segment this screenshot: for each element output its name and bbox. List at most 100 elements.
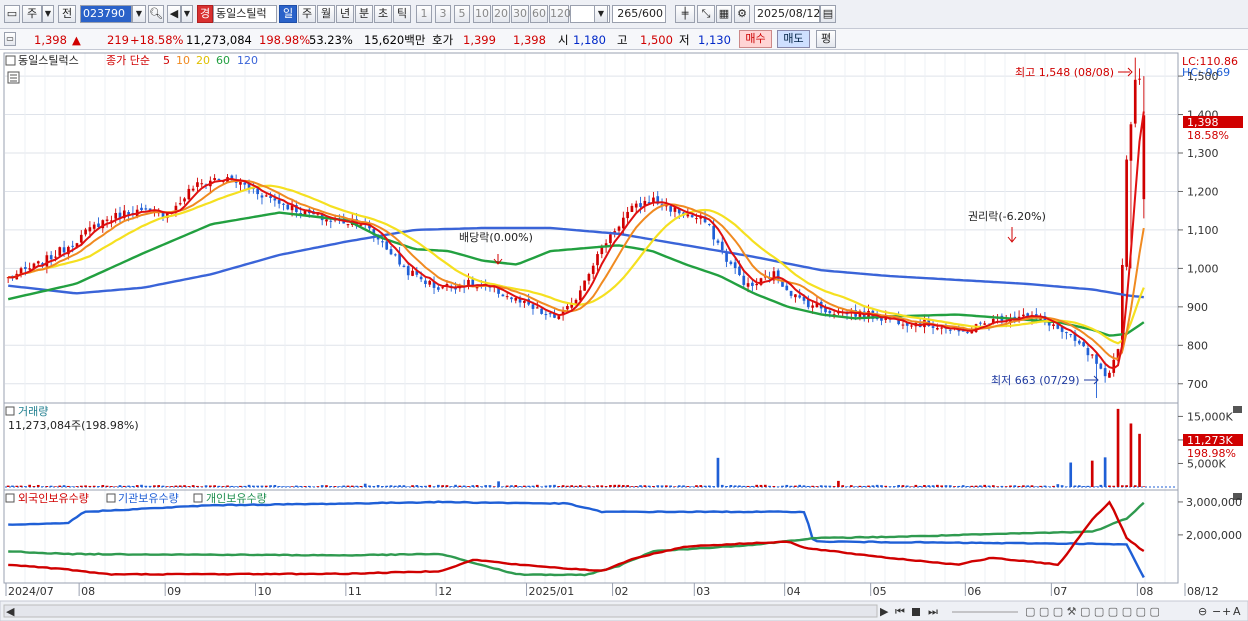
speaker-icon[interactable]: ◀ (167, 5, 181, 23)
volume-bar (54, 486, 57, 487)
close-icon[interactable] (1233, 406, 1242, 413)
chevron-down-icon[interactable]: ▼ (132, 5, 146, 23)
volume-bar (49, 485, 53, 487)
volume-bar (923, 485, 926, 487)
sell-button[interactable]: 매도 (777, 30, 810, 48)
volume-bar (183, 485, 186, 487)
volume-bar (333, 486, 337, 487)
volume-bar (411, 485, 414, 487)
candle-body (385, 241, 389, 250)
scrollbar-track[interactable] (3, 604, 878, 618)
chevron-down-icon[interactable]: ▼ (594, 5, 608, 23)
volume-bar (41, 486, 44, 487)
candle-body (1129, 124, 1133, 161)
volume-bar (686, 486, 690, 487)
tab-interval-10[interactable]: 10 (473, 5, 491, 23)
font-size-icon[interactable]: A (1233, 605, 1241, 618)
chevron-down-icon[interactable]: ▼ (181, 5, 193, 23)
tab-period-4[interactable]: 분 (355, 5, 373, 23)
volume-current: 11,273,084주(198.98%) (8, 419, 139, 432)
tab-interval-60[interactable]: 60 (530, 5, 548, 23)
stock-code-input[interactable]: 023790 (80, 5, 132, 23)
gear-icon[interactable]: ⚙ (734, 5, 750, 23)
tab-period-1[interactable]: 주 (298, 5, 316, 23)
calendar-icon[interactable]: ▤ (820, 5, 836, 23)
x-tick-label: 06 (967, 585, 981, 598)
tab-period-6[interactable]: 틱 (393, 5, 411, 23)
expand-icon[interactable]: ▭ (4, 32, 16, 46)
tab-interval-30[interactable]: 30 (511, 5, 529, 23)
volume-bar (1129, 423, 1133, 487)
x-tick-label: 11 (348, 585, 362, 598)
volume-bar (406, 486, 410, 487)
tab-interval-20[interactable]: 20 (492, 5, 510, 23)
volume-bar (699, 485, 703, 487)
prev-button[interactable]: 전 (58, 5, 76, 23)
candle-body (36, 261, 40, 264)
volume-bar (514, 485, 518, 487)
line-tool-icon[interactable]: ⤡ (697, 5, 715, 23)
candle-type-icon[interactable]: ╪ (675, 5, 695, 23)
up-arrow-icon: ▲ (72, 33, 81, 47)
candle-body (910, 325, 913, 327)
tab-period-0[interactable]: 일 (279, 5, 297, 23)
volume-bar (273, 484, 277, 487)
volume-bar (368, 485, 371, 487)
tab-interval-120[interactable]: 120 (549, 5, 571, 23)
date-value: 2025/08/12 (757, 7, 821, 20)
scroll-left-icon[interactable]: ◀ (6, 605, 15, 618)
candle-body (686, 214, 690, 217)
tab-interval-1[interactable]: 1 (416, 5, 432, 23)
volume-bar (957, 485, 961, 487)
tab-period-5[interactable]: 초 (374, 5, 392, 23)
flat-button-label: 평 (820, 32, 832, 45)
period-select[interactable]: 주 (22, 5, 42, 23)
volume-bar (893, 486, 896, 487)
candle-body (626, 211, 629, 219)
tab-period-3[interactable]: 년 (336, 5, 354, 23)
volume-bar (243, 485, 247, 487)
tab-interval-5[interactable]: 5 (454, 5, 470, 23)
volume-bar (841, 485, 845, 487)
count-input[interactable]: 265/600 (612, 5, 666, 23)
last-price-label: 1,398 (1187, 116, 1219, 129)
candle-body (213, 178, 216, 181)
date-input[interactable]: 2025/08/12 (754, 5, 820, 23)
zoom-out-icon[interactable]: ⊖ (1198, 605, 1207, 618)
rewind-icon[interactable]: ⏮ (895, 605, 905, 618)
candle-body (1112, 359, 1116, 373)
scroll-right-icon[interactable]: ▶ (880, 605, 889, 618)
volume-bar (652, 485, 655, 487)
flat-button[interactable]: 평 (816, 30, 836, 48)
volume-bar (656, 485, 660, 487)
tab-period-2[interactable]: 월 (317, 5, 335, 23)
buy-button[interactable]: 매수 (739, 30, 772, 48)
toolbar-icons[interactable]: ▢ ▢ ▢ ⚒ ▢ ▢ ▢ ▢ ▢ ▢ (1025, 605, 1160, 618)
volume-bar (540, 486, 543, 487)
volume-bar (634, 486, 638, 487)
plus-icon[interactable]: + (1222, 605, 1231, 618)
candle-body (901, 324, 905, 326)
volume-bar (845, 486, 849, 487)
volume-title: 거래량 (18, 405, 48, 418)
candle-body (1090, 354, 1094, 356)
x-tick-label: 10 (258, 585, 272, 598)
volume-bar (178, 485, 182, 487)
window-menu-icon[interactable]: ▭ (4, 5, 20, 23)
tab-interval-3[interactable]: 3 (435, 5, 451, 23)
search-icon[interactable]: 🔍︎ (148, 5, 164, 23)
minus-icon[interactable]: − (1212, 605, 1221, 618)
volume-bar (467, 486, 470, 487)
volume-bar (914, 484, 918, 487)
stop-icon[interactable] (912, 608, 920, 616)
volume-bar (295, 485, 298, 487)
candle-body (1125, 159, 1128, 267)
volume-bar (785, 484, 789, 487)
candle-body (566, 305, 569, 310)
grid-icon[interactable]: ▦ (716, 5, 732, 23)
candle-body (346, 224, 350, 226)
volume-bar (746, 485, 750, 487)
chevron-down-icon[interactable]: ▼ (42, 5, 54, 23)
legend-ma60: 60 (216, 54, 230, 67)
fast-forward-icon[interactable]: ⏭ (928, 605, 938, 618)
